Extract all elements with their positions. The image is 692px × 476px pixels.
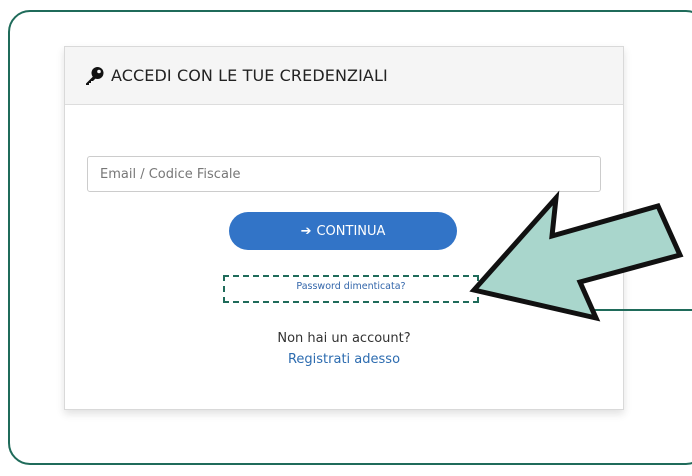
pointer-arrow-icon (469, 190, 692, 322)
